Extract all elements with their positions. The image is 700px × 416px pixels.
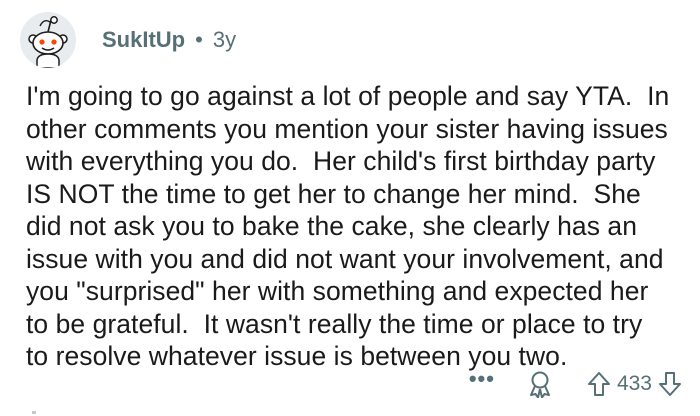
vote-count: 433 xyxy=(616,372,652,395)
comment-body-line: you "surprised" her with something and e… xyxy=(26,276,649,306)
avatar[interactable] xyxy=(20,12,76,68)
comment-body-line: with everything you do. Her child's firs… xyxy=(26,146,656,176)
meta-separator: • xyxy=(195,27,203,52)
comment-body-line: to be grateful. It wasn't really the tim… xyxy=(26,308,643,339)
upvote-button[interactable] xyxy=(587,371,611,397)
comment-body-line: IS NOT the time to get her to change her… xyxy=(26,178,641,209)
comment-body-line: other comments you mention your sister h… xyxy=(26,113,668,144)
award-button[interactable] xyxy=(527,370,553,398)
comment: SukItUp • 3y I'm going to go against a l… xyxy=(0,0,700,416)
comment-username[interactable]: SukItUp xyxy=(102,27,185,53)
snoo-avatar-icon xyxy=(28,16,68,68)
comment-body-line: did not ask you to bake the cake, she cl… xyxy=(26,211,637,241)
comment-body-line: I'm going to go against a lot of people … xyxy=(26,81,670,111)
comment-header: SukItUp • 3y xyxy=(20,12,236,68)
comment-actions: ••• 433 xyxy=(469,366,682,402)
comment-body-line: issue with you and did not want your inv… xyxy=(26,243,664,274)
upvote-arrow-icon xyxy=(587,372,610,396)
divider xyxy=(32,411,36,414)
comment-age: 3y xyxy=(212,27,237,52)
award-icon xyxy=(529,371,550,398)
comment-body: I'm going to go against a lot of people … xyxy=(26,80,686,373)
more-options-button[interactable]: ••• xyxy=(469,368,495,400)
downvote-button[interactable] xyxy=(658,371,682,397)
vote-controls: 433 xyxy=(587,371,682,397)
downvote-arrow-icon xyxy=(659,372,681,396)
